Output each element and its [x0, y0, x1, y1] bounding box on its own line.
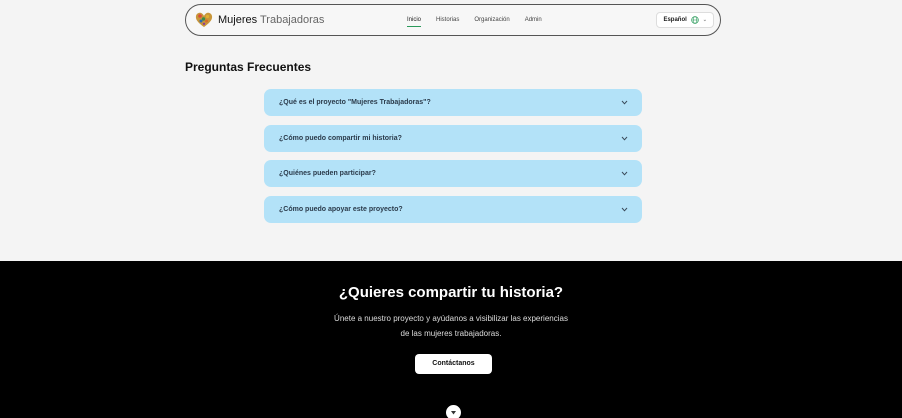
nav-link-inicio[interactable]: Inicio: [407, 13, 422, 27]
faq-question: ¿Quiénes pueden participar?: [279, 170, 376, 177]
brand-name-second: Trabajadoras: [259, 14, 325, 26]
main-nav: Inicio Historias Organización Admin: [407, 5, 542, 35]
chevron-down-icon: [621, 100, 628, 105]
language-selector[interactable]: Español ⌄: [656, 12, 714, 28]
faq-question: ¿Qué es el proyecto "Mujeres Trabajadora…: [279, 99, 431, 106]
brand-name-first: Mujeres: [218, 14, 258, 26]
faq-item[interactable]: ¿Cómo puedo apoyar este proyecto?: [264, 195, 642, 223]
faq-title: Preguntas Frecuentes: [185, 60, 312, 74]
faq-item[interactable]: ¿Quiénes pueden participar?: [264, 160, 642, 187]
cta-title: ¿Quieres compartir tu historia?: [338, 284, 564, 301]
language-label: Español: [663, 17, 687, 23]
chevron-down-icon: ⌄: [702, 17, 707, 23]
cta-section: ¿Quieres compartir tu historia? Únete a …: [0, 261, 902, 418]
globe-icon: [691, 16, 699, 24]
chevron-down-icon: [621, 171, 628, 176]
contact-button[interactable]: Contáctanos: [415, 354, 492, 374]
faq-question: ¿Cómo puedo compartir mi historia?: [279, 134, 402, 142]
cta-text-line-2: de las mujeres trabajadoras.: [400, 329, 502, 338]
chevron-down-icon: [621, 207, 628, 212]
cta-text: Únete a nuestro proyecto y ayúdanos a vi…: [301, 311, 601, 341]
cta-text-line-1: Únete a nuestro proyecto y ayúdanos a vi…: [334, 314, 568, 323]
faq-item[interactable]: ¿Qué es el proyecto "Mujeres Trabajadora…: [264, 89, 642, 116]
chevron-down-icon: [621, 136, 628, 141]
nav-link-admin[interactable]: Admin: [525, 13, 542, 27]
arrow-down-icon: [451, 411, 456, 415]
nav-link-historias[interactable]: Historias: [436, 13, 459, 27]
faq-list: ¿Qué es el proyecto "Mujeres Trabajadora…: [264, 89, 642, 231]
nav-link-organizacion[interactable]: Organización: [474, 13, 509, 27]
faq-item[interactable]: ¿Cómo puedo compartir mi historia?: [264, 124, 642, 152]
faq-question: ¿Cómo puedo apoyar este proyecto?: [279, 205, 403, 213]
brand-name: Mujeres Trabajadoras: [218, 14, 324, 26]
navbar: Mujeres Trabajadoras Inicio Historias Or…: [185, 4, 721, 36]
heart-logo-icon: [195, 12, 213, 27]
brand[interactable]: Mujeres Trabajadoras: [194, 10, 324, 30]
scroll-down-button[interactable]: [446, 405, 461, 418]
